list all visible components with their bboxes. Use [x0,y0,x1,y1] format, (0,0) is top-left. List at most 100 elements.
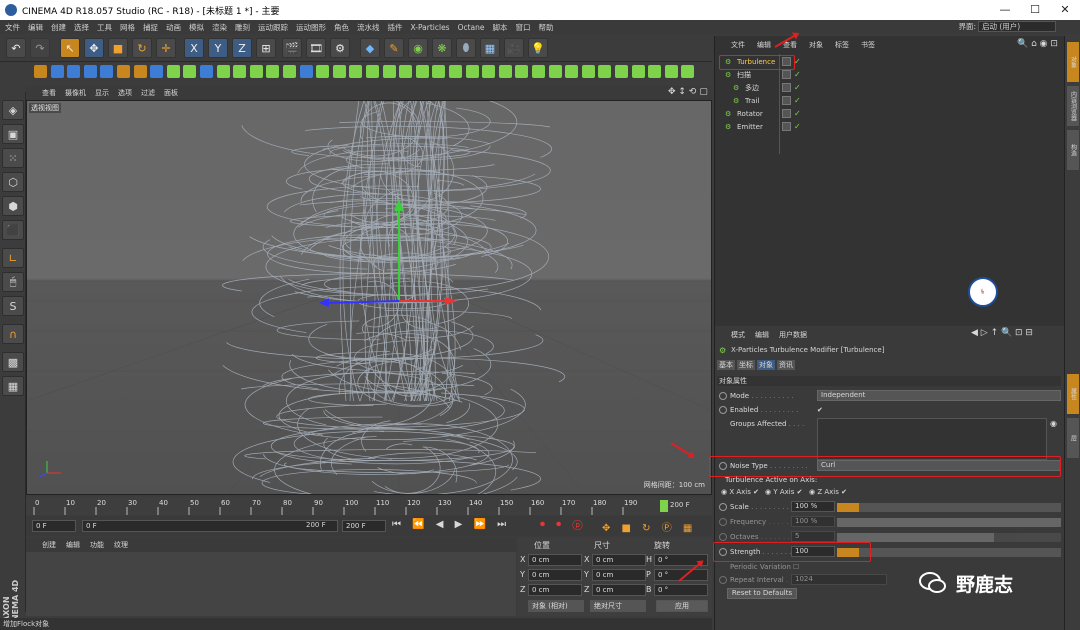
object-name[interactable]: 扫描 [737,69,751,81]
object-row[interactable]: ⚙ Rotator ✓ [715,108,1065,120]
xp-tool-icon-25[interactable] [449,65,462,78]
pen-icon[interactable]: ✎ [384,38,404,58]
xp-tool-icon-14[interactable] [266,65,280,78]
enabled-check-icon[interactable]: ✓ [794,108,801,120]
coord-field-size[interactable]: 0 cm [592,554,646,566]
xp-tool-icon-12[interactable] [233,65,247,78]
snap-icon[interactable]: S [2,296,24,316]
timeline-ruler[interactable]: 0 10 20 30 40 50 60 70 80 90 100 110 120 130 140 150 160… [26,497,712,515]
menu-item-17[interactable]: Octane [458,23,485,32]
viewport-menu-item-1[interactable]: 摄像机 [65,88,86,98]
lock-icon[interactable]: ▩ [2,352,24,372]
object-menu-item-0[interactable]: 文件 [731,40,745,52]
menu-item-7[interactable]: 动画 [166,22,181,33]
side-tab-0[interactable]: 对象 [1067,42,1079,82]
coord-field-rot[interactable]: 0 ° [654,584,708,596]
xp-tool-icon-4[interactable] [100,65,114,78]
rotate-tool-icon[interactable]: ↻ [132,38,152,58]
coord-field-size[interactable]: 0 cm [592,584,646,596]
xp-tool-icon-28[interactable] [498,65,512,78]
periodic-checkbox[interactable]: ☐ [793,561,799,573]
menu-item-15[interactable]: 插件 [388,22,403,33]
model-mode-icon[interactable]: ◈ [2,100,24,120]
scale-slider[interactable] [837,503,1061,512]
xp-tool-icon-24[interactable] [432,65,446,78]
object-row[interactable]: ⚙ Trail ✓ [715,95,1065,107]
record-key-icon[interactable]: ⏺ ⏺ ⓟ [540,519,587,530]
coord-field-pos[interactable]: 0 cm [528,569,582,581]
menu-item-9[interactable]: 渲染 [212,22,227,33]
xp-tool-icon-23[interactable] [415,65,429,78]
menu-item-5[interactable]: 网格 [120,22,135,33]
octaves-radio[interactable] [719,533,727,541]
xp-tool-icon-30[interactable] [532,65,545,78]
object-row[interactable]: ⚙ Emitter ✓ [715,121,1065,133]
material-menu-item-3[interactable]: 纹理 [114,540,128,550]
attribute-tab-1[interactable]: 坐标 [737,360,755,370]
polygons-mode-icon[interactable]: ⬢ [2,196,24,216]
xp-tool-icon-3[interactable] [83,65,97,78]
mode-dropdown[interactable]: Independent [817,390,1061,401]
attribute-nav-icon[interactable]: ◀ ▷ ↑ 🔍 ⊡ ⊟ [971,328,1033,338]
viewport-menu-item-3[interactable]: 选项 [118,88,132,98]
last-tool-icon[interactable]: ✛ [156,38,176,58]
current-frame-field[interactable]: 0 F [32,520,76,532]
apply-button[interactable]: 应用 [656,600,708,612]
size-mode-select[interactable]: 绝对尺寸 [590,600,646,612]
object-menu-item-3[interactable]: 对象 [809,40,823,52]
axis-toggle-0[interactable]: ◉ X Axis ✔ [721,486,759,498]
repeat-radio[interactable] [719,576,727,584]
coord-field-pos[interactable]: 0 cm [528,554,582,566]
minimize-button[interactable]: — [990,0,1020,20]
groups-list[interactable] [817,418,1047,460]
object-menu-item-4[interactable]: 标签 [835,40,849,52]
visibility-toggle[interactable] [782,83,791,92]
xp-tool-icon-32[interactable] [565,65,579,78]
object-name[interactable]: Emitter [737,121,763,133]
enabled-check-icon[interactable]: ✓ [794,121,801,133]
render-picture-viewer-icon[interactable]: 🎞 [306,38,326,58]
camera-icon[interactable]: 🎥 [504,38,524,58]
xp-tool-icon-2[interactable] [67,65,81,78]
menu-item-19[interactable]: 窗口 [516,22,531,33]
frequency-slider[interactable] [837,518,1061,527]
close-button[interactable]: ✕ [1050,0,1080,20]
grid-lock-icon[interactable]: ▦ [2,376,24,396]
frequency-radio[interactable] [719,518,727,526]
octaves-slider[interactable] [837,533,1061,542]
playhead-marker[interactable] [660,500,668,512]
menu-item-1[interactable]: 编辑 [28,22,43,33]
select-tool-icon[interactable]: ↖ [60,38,80,58]
xp-tool-icon-37[interactable] [648,65,662,78]
material-menu-item-2[interactable]: 功能 [90,540,104,550]
reset-defaults-button[interactable]: Reset to Defaults [727,588,797,599]
key-tools-icon[interactable]: ✥ ■ ↻ Ⓟ ▦ [602,519,696,534]
xp-tool-icon-31[interactable] [548,65,562,78]
xp-tool-icon-15[interactable] [283,65,296,78]
floor-icon[interactable]: ▦ [480,38,500,58]
object-name[interactable]: Trail [745,95,759,107]
menu-item-12[interactable]: 运动图形 [296,22,326,33]
xp-tool-icon-18[interactable] [332,65,346,78]
material-menu-item-1[interactable]: 编辑 [66,540,80,550]
enabled-check-icon[interactable]: ✓ [794,69,801,81]
scale-tool-icon[interactable]: ■ [108,38,128,58]
object-axis-icon[interactable]: ⬛ [2,220,24,240]
layout-select[interactable]: 启动 (用户) [978,21,1056,32]
octaves-field[interactable]: 5 [791,531,835,542]
attribute-menu-item-1[interactable]: 编辑 [755,330,769,340]
menu-item-2[interactable]: 创建 [51,22,66,33]
material-area[interactable] [26,552,516,616]
xp-tool-icon-27[interactable] [482,65,496,78]
enabled-radio[interactable] [719,406,727,414]
xp-tool-icon-17[interactable] [316,65,330,78]
magnet-icon[interactable]: ∩ [2,324,24,344]
menu-item-14[interactable]: 流水线 [357,22,380,33]
xp-tool-icon-21[interactable] [382,65,396,78]
visibility-toggle[interactable] [782,96,791,105]
xp-tool-icon-13[interactable] [249,65,263,78]
object-name[interactable]: 多边 [745,82,759,94]
xp-tool-icon-1[interactable] [50,65,64,78]
visibility-toggle[interactable] [782,70,791,79]
attribute-menu-item-2[interactable]: 用户数据 [779,330,807,340]
